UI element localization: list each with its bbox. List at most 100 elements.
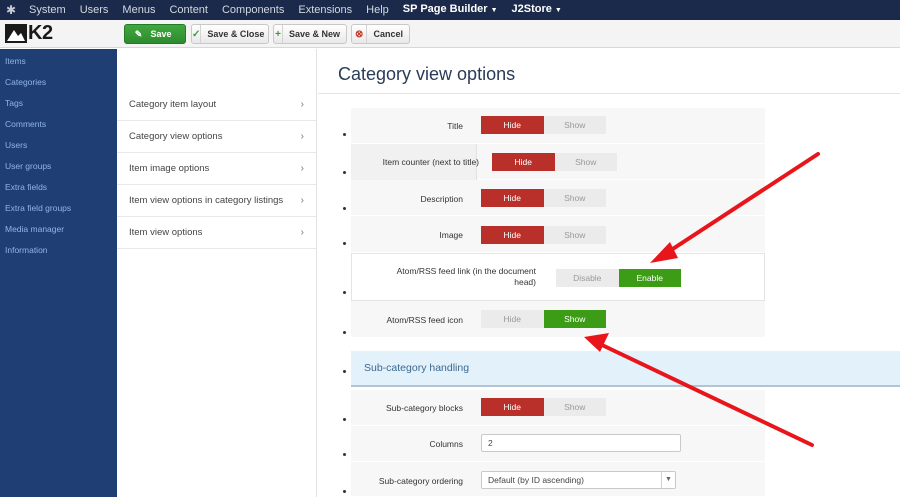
menu-users[interactable]: Users: [73, 0, 116, 20]
list-bullet: [343, 291, 346, 294]
menu-sp-page-builder-label: SP Page Builder: [402, 3, 488, 15]
k2-logo-text: K2: [28, 22, 53, 44]
subcategory-ordering-select[interactable]: Default (by ID ascending) ▼: [481, 471, 676, 489]
menu-components[interactable]: Components: [215, 0, 291, 20]
title-toggle: Hide Show: [481, 116, 606, 134]
nav-item-view-options-category[interactable]: Item view options in category listings ›: [117, 185, 316, 217]
title-show-button[interactable]: Show: [543, 116, 606, 134]
option-row-feed-icon: Atom/RSS feed icon Hide Show: [351, 301, 765, 338]
feed-link-label-line2: head): [514, 277, 536, 287]
nav-label: Category view options: [129, 131, 223, 142]
menu-system[interactable]: System: [22, 0, 73, 20]
sidebar-item-users[interactable]: Users: [0, 135, 117, 156]
sidebar-item-categories[interactable]: Categories: [0, 72, 117, 93]
nav-label: Item image options: [129, 163, 210, 174]
toolbar: K2 ✎ Save ✓ Save & Close + Save & New ⊗ …: [0, 20, 900, 48]
settings-nav: Category item layout › Category view opt…: [117, 49, 317, 497]
description-show-button[interactable]: Show: [543, 189, 606, 207]
option-label-subcategory-ordering: Sub-category ordering: [378, 476, 463, 486]
feed-link-toggle: Disable Enable: [556, 269, 681, 287]
option-row-item-counter: Item counter (next to title) Hide Show: [351, 144, 765, 180]
title-divider: [318, 93, 900, 94]
feed-icon-hide-button[interactable]: Hide: [481, 310, 544, 328]
nav-label: Category item layout: [129, 99, 217, 110]
list-bullet: [343, 490, 346, 493]
save-new-button[interactable]: + Save & New: [273, 24, 347, 44]
subcategory-ordering-value: Default (by ID ascending): [488, 475, 584, 485]
nav-label: Item view options in category listings: [129, 195, 284, 206]
feed-link-enable-button[interactable]: Enable: [618, 269, 681, 287]
option-label-columns: Columns: [429, 439, 463, 449]
image-show-button[interactable]: Show: [543, 226, 606, 244]
option-row-subcategory-blocks: Sub-category blocks Hide Show: [351, 390, 765, 426]
image-hide-button[interactable]: Hide: [481, 226, 544, 244]
nav-category-item-layout[interactable]: Category item layout ›: [117, 89, 316, 121]
feed-link-label-line1: Atom/RSS feed link (in the document: [396, 266, 536, 276]
item-counter-toggle: Hide Show: [492, 153, 617, 171]
chevron-right-icon: ›: [300, 195, 304, 206]
joomla-icon[interactable]: ✱: [0, 0, 22, 20]
save-button[interactable]: ✎ Save: [124, 24, 186, 44]
save-close-button[interactable]: ✓ Save & Close: [191, 24, 269, 44]
cancel-button[interactable]: ⊗ Cancel: [351, 24, 410, 44]
menu-menus[interactable]: Menus: [115, 0, 162, 20]
nav-item-view-options[interactable]: Item view options ›: [117, 217, 316, 249]
section-header: Sub-category handling: [351, 351, 900, 387]
sidebar-item-information[interactable]: Information: [0, 240, 117, 261]
option-row-image: Image Hide Show: [351, 216, 765, 253]
item-counter-hide-button[interactable]: Hide: [492, 153, 555, 171]
columns-input[interactable]: 2: [481, 434, 681, 452]
menu-content[interactable]: Content: [162, 0, 215, 20]
list-bullet: [343, 242, 346, 245]
feed-link-disable-button[interactable]: Disable: [556, 269, 619, 287]
k2-logo-mark: [5, 24, 27, 43]
check-icon: ✓: [192, 25, 202, 43]
k2-logo: K2: [5, 22, 53, 44]
list-bullet: [343, 171, 346, 174]
list-bullet: [343, 418, 346, 421]
option-label-title: Title: [447, 121, 463, 131]
option-label-image: Image: [439, 230, 463, 240]
edit-icon: ✎: [134, 28, 143, 39]
description-hide-button[interactable]: Hide: [481, 189, 544, 207]
menu-j2store-label: J2Store: [511, 3, 552, 15]
chevron-down-icon: ▼: [661, 472, 675, 488]
list-bullet: [343, 453, 346, 456]
cancel-label: Cancel: [373, 29, 403, 39]
save-label: Save: [150, 29, 172, 39]
section-title: Sub-category handling: [364, 362, 470, 374]
list-bullet: [343, 331, 346, 334]
option-label-subcategory-blocks: Sub-category blocks: [385, 403, 463, 413]
menu-sp-page-builder[interactable]: SP Page Builder ▼: [396, 0, 505, 21]
option-label-feed-icon: Atom/RSS feed icon: [386, 315, 463, 325]
item-counter-show-button[interactable]: Show: [554, 153, 617, 171]
sidebar-item-user-groups[interactable]: User groups: [0, 156, 117, 177]
option-row-title: Title Hide Show: [351, 108, 765, 144]
description-toggle: Hide Show: [481, 189, 606, 207]
subcategory-blocks-hide-button[interactable]: Hide: [481, 398, 544, 416]
chevron-right-icon: ›: [300, 227, 304, 238]
sidebar-item-comments[interactable]: Comments: [0, 114, 117, 135]
list-bullet: [343, 370, 346, 373]
title-hide-button[interactable]: Hide: [481, 116, 544, 134]
sidebar-item-items[interactable]: Items: [0, 51, 117, 72]
option-label-feed-link: Atom/RSS feed link (in the document head…: [397, 266, 536, 288]
option-label-description: Description: [420, 194, 463, 204]
chevron-right-icon: ›: [300, 163, 304, 174]
menu-extensions[interactable]: Extensions: [291, 0, 359, 20]
chevron-right-icon: ›: [300, 131, 304, 142]
subcategory-blocks-show-button[interactable]: Show: [543, 398, 606, 416]
feed-icon-show-button[interactable]: Show: [543, 310, 606, 328]
main-content: Category view options Title Hide Show It…: [318, 49, 900, 497]
option-row-description: Description Hide Show: [351, 180, 765, 216]
nav-item-image-options[interactable]: Item image options ›: [117, 153, 316, 185]
nav-category-view-options[interactable]: Category view options ›: [117, 121, 316, 153]
menu-j2store[interactable]: J2Store ▼: [505, 0, 569, 21]
sidebar-item-extra-field-groups[interactable]: Extra field groups: [0, 198, 117, 219]
subcategory-blocks-toggle: Hide Show: [481, 398, 606, 416]
sidebar-item-media-manager[interactable]: Media manager: [0, 219, 117, 240]
sidebar-item-extra-fields[interactable]: Extra fields: [0, 177, 117, 198]
sidebar-item-tags[interactable]: Tags: [0, 93, 117, 114]
chevron-right-icon: ›: [300, 99, 304, 110]
menu-help[interactable]: Help: [359, 0, 396, 20]
